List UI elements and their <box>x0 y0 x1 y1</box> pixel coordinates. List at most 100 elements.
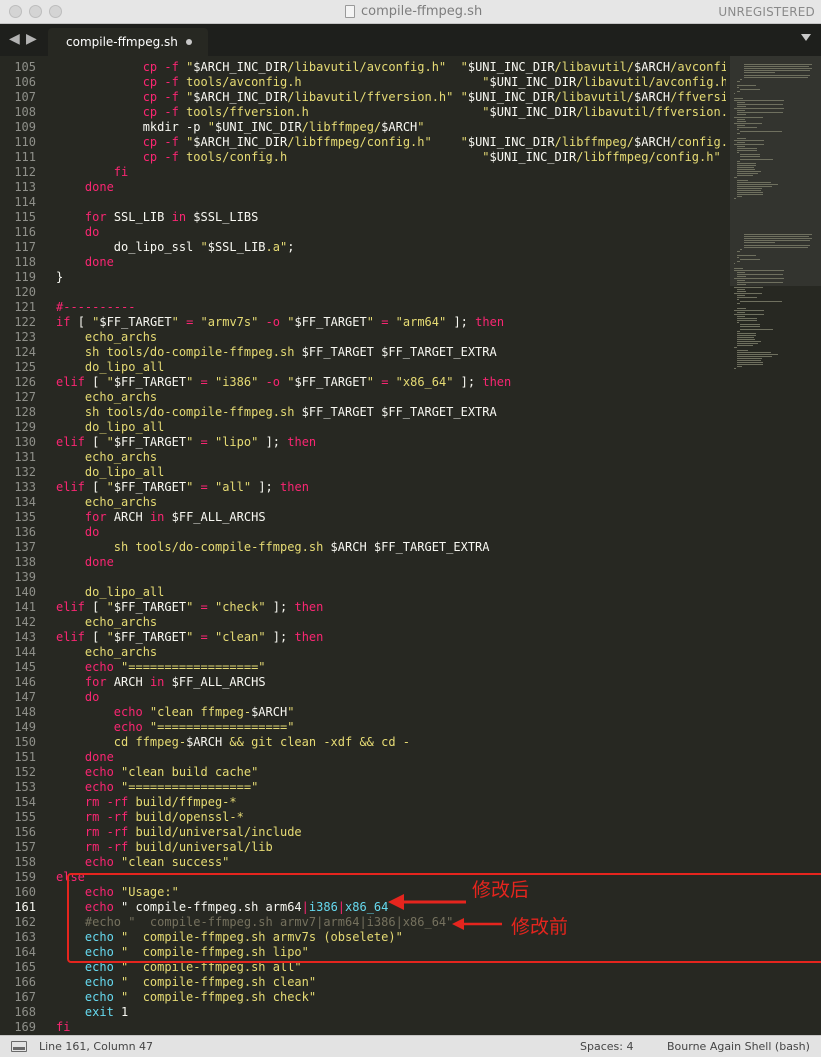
code-line[interactable]: rm -rf build/ffmpeg-* <box>56 795 237 810</box>
code-line[interactable]: rm -rf build/openssl-* <box>56 810 244 825</box>
line-number: 132 <box>14 465 36 479</box>
indentation-setting[interactable]: Spaces: 4 <box>580 1040 633 1053</box>
code-line[interactable]: cp -f tools/config.h "$UNI_INC_DIR/libff… <box>56 150 721 165</box>
code-line[interactable]: echo_archs <box>56 615 157 630</box>
line-number: 112 <box>14 165 36 179</box>
line-number: 115 <box>14 210 36 224</box>
code-line[interactable]: exit 1 <box>56 1005 128 1020</box>
code-line[interactable]: done <box>56 555 114 570</box>
forward-arrow-icon[interactable]: ▶ <box>26 31 37 47</box>
code-line[interactable]: echo "==================" <box>56 720 295 735</box>
syntax-selector[interactable]: Bourne Again Shell (bash) <box>667 1040 810 1053</box>
code-line[interactable]: echo "clean ffmpeg-$ARCH" <box>56 705 295 720</box>
close-window-button[interactable] <box>9 5 22 18</box>
code-line[interactable]: for ARCH in $FF_ALL_ARCHS <box>56 510 266 525</box>
code-line[interactable]: echo "=================" <box>56 780 258 795</box>
code-line[interactable]: echo " compile-ffmpeg.sh check" <box>56 990 316 1005</box>
code-line[interactable]: echo_archs <box>56 645 157 660</box>
code-line[interactable]: do <box>56 225 99 240</box>
code-token: done <box>84 750 114 764</box>
code-line[interactable]: rm -rf build/universal/lib <box>56 840 273 855</box>
code-token: " <box>366 375 374 389</box>
minimap-line <box>737 250 741 252</box>
code-line[interactable]: do_lipo_ssl "$SSL_LIB.a"; <box>56 240 295 255</box>
cursor-position[interactable]: Line 161, Column 47 <box>39 1040 153 1053</box>
tab-list-dropdown-icon[interactable] <box>801 34 811 41</box>
minimap-line <box>740 131 782 133</box>
code-line[interactable]: echo_archs <box>56 390 157 405</box>
code-line[interactable]: elif [ "$FF_TARGET" = "clean" ]; then <box>56 630 323 645</box>
code-line[interactable]: elif [ "$FF_TARGET" = "all" ]; then <box>56 480 309 495</box>
code-line[interactable]: cp -f "$ARCH_INC_DIR/libffmpeg/config.h"… <box>56 135 726 150</box>
code-line[interactable]: elif [ "$FF_TARGET" = "check" ]; then <box>56 600 323 615</box>
code-line[interactable]: cp -f tools/avconfig.h "$UNI_INC_DIR/lib… <box>56 75 726 90</box>
code-token: $SSL_LIBS <box>193 210 259 224</box>
line-number: 151 <box>14 750 36 764</box>
tab-compile-ffmpeg[interactable]: compile-ffmpeg.sh <box>48 28 208 56</box>
code-line[interactable]: done <box>56 750 114 765</box>
code-token: "==================" <box>149 720 295 734</box>
code-line[interactable]: elif [ "$FF_TARGET" = "lipo" ]; then <box>56 435 316 450</box>
code-line[interactable]: sh tools/do-compile-ffmpeg.sh $FF_TARGET… <box>56 405 497 420</box>
code-line[interactable]: rm -rf build/universal/include <box>56 825 302 840</box>
code-line[interactable]: do <box>56 525 99 540</box>
back-arrow-icon[interactable]: ◀ <box>9 31 20 47</box>
code-line[interactable]: } <box>56 270 63 285</box>
code-token: $UNI_INC_DIR <box>467 90 555 104</box>
code-line[interactable]: echo "clean build cache" <box>56 765 258 780</box>
line-number: 120 <box>14 285 36 299</box>
panel-toggle-icon[interactable] <box>11 1041 27 1052</box>
minimap-line <box>737 257 739 259</box>
code-line[interactable]: do_lipo_all <box>56 585 164 600</box>
zoom-window-button[interactable] <box>49 5 62 18</box>
code-line[interactable]: #---------- <box>56 300 135 315</box>
code-line[interactable]: cp -f tools/ffversion.h "$UNI_INC_DIR/li… <box>56 105 726 120</box>
minimap-line <box>737 357 762 359</box>
minimap-line <box>737 196 742 198</box>
code-token: [ <box>77 315 93 329</box>
code-line[interactable]: fi <box>56 165 128 180</box>
minimize-window-button[interactable] <box>29 5 42 18</box>
code-line[interactable]: do_lipo_all <box>56 465 164 480</box>
code-line[interactable]: for ARCH in $FF_ALL_ARCHS <box>56 675 266 690</box>
code-line[interactable]: elif [ "$FF_TARGET" = "i386" -o "$FF_TAR… <box>56 375 511 390</box>
code-token: $UNI_INC_DIR <box>489 75 577 89</box>
line-number: 159 <box>14 870 36 884</box>
code-line[interactable]: echo "clean success" <box>56 855 230 870</box>
code-token: "i386" <box>214 375 259 389</box>
line-number: 147 <box>14 690 36 704</box>
line-number: 109 <box>14 120 36 134</box>
code-line[interactable]: for SSL_LIB in $SSL_LIBS <box>56 210 258 225</box>
code-line[interactable]: echo_archs <box>56 450 157 465</box>
unsaved-dot-icon[interactable] <box>186 39 192 45</box>
code-line[interactable]: echo_archs <box>56 495 157 510</box>
code-line[interactable]: done <box>56 180 114 195</box>
code-token: echo <box>84 780 122 794</box>
code-line[interactable]: fi <box>56 1020 70 1035</box>
code-token: $UNI_INC_DIR <box>489 150 577 164</box>
code-line[interactable]: cp -f "$ARCH_INC_DIR/libavutil/avconfig.… <box>56 60 726 75</box>
code-line[interactable]: sh tools/do-compile-ffmpeg.sh $ARCH $FF_… <box>56 540 490 555</box>
code-line[interactable]: sh tools/do-compile-ffmpeg.sh $FF_TARGET… <box>56 345 497 360</box>
code-line[interactable]: do_lipo_all <box>56 420 164 435</box>
code-token: echo_archs <box>84 645 158 659</box>
code-line[interactable]: mkdir -p "$UNI_INC_DIR/libffmpeg/$ARCH" <box>56 120 425 135</box>
code-token: " <box>171 315 179 329</box>
code-line[interactable]: done <box>56 255 114 270</box>
code-line[interactable]: do_lipo_all <box>56 360 164 375</box>
line-number: 123 <box>14 330 36 344</box>
line-number: 152 <box>14 765 36 779</box>
code-token: $ARCH <box>381 120 418 134</box>
code-line[interactable]: do <box>56 690 99 705</box>
line-number: 146 <box>14 675 36 689</box>
code-line[interactable]: cp -f "$ARCH_INC_DIR/libavutil/ffversion… <box>56 90 726 105</box>
code-line[interactable]: echo_archs <box>56 330 157 345</box>
minimap-line <box>737 120 746 122</box>
code-line[interactable]: echo "==================" <box>56 660 266 675</box>
code-token: do_lipo_all <box>84 465 165 479</box>
code-line[interactable]: echo " compile-ffmpeg.sh clean" <box>56 975 316 990</box>
code-line[interactable]: if [ "$FF_TARGET" = "armv7s" -o "$FF_TAR… <box>56 315 504 330</box>
code-line[interactable]: cd ffmpeg-$ARCH && git clean -xdf && cd … <box>56 735 410 750</box>
